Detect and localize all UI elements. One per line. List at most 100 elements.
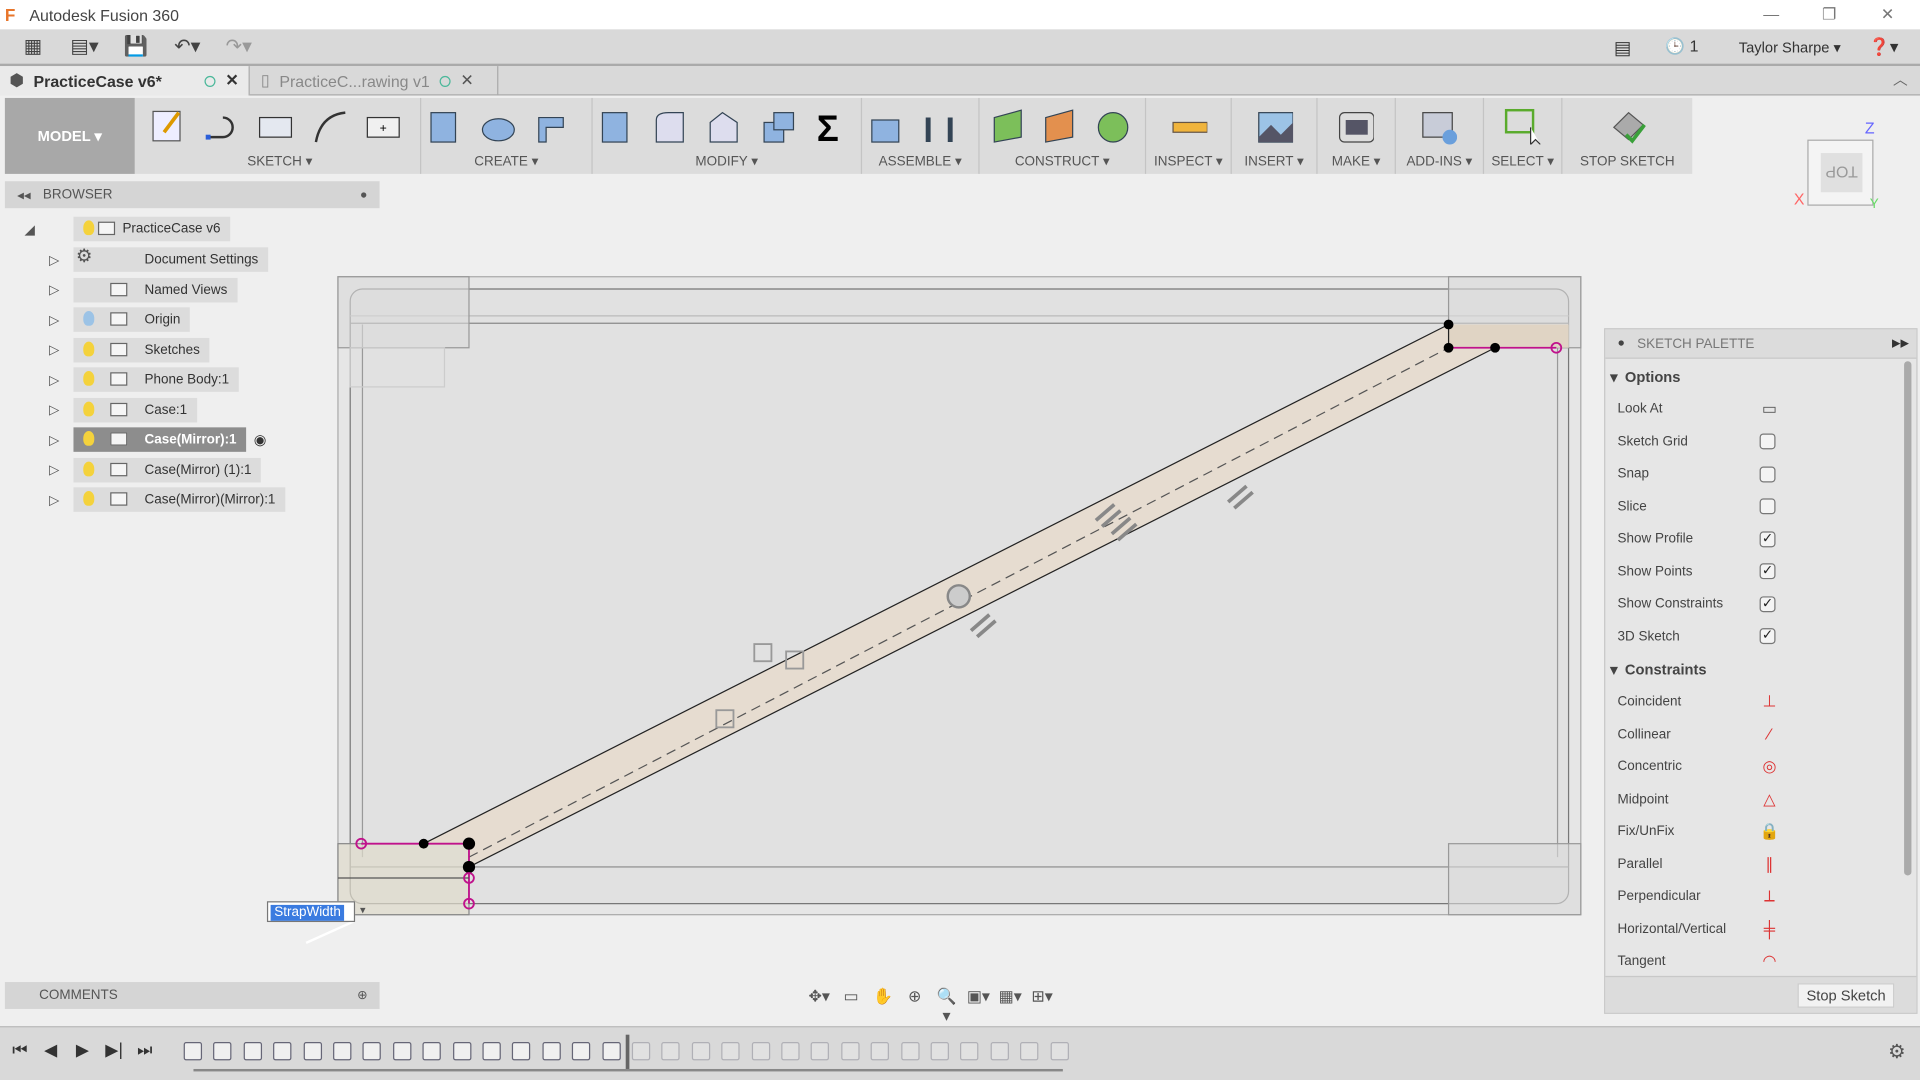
option-row[interactable]: 3D Sketch ✓ bbox=[1618, 620, 1900, 652]
palette-header[interactable]: ● SKETCH PALETTE ▶▶ bbox=[1605, 329, 1917, 359]
midpoint-constraint-icon[interactable]: △ bbox=[1760, 789, 1780, 809]
tree-item[interactable]: ▷ Origin bbox=[49, 307, 191, 332]
notifications-icon[interactable]: ▤ bbox=[1614, 37, 1631, 59]
tree-item[interactable]: ▷ Named Views bbox=[49, 277, 238, 302]
comments-panel[interactable]: COMMENTS ⊕ bbox=[4, 982, 380, 1009]
modify-group[interactable]: Σ MODIFY ▾ bbox=[593, 97, 863, 174]
palette-collapse-icon[interactable]: ● bbox=[1618, 337, 1625, 350]
shell-icon[interactable] bbox=[759, 108, 796, 145]
expand-triangle-icon[interactable]: ▷ bbox=[49, 462, 73, 478]
timeline-feature[interactable] bbox=[721, 1042, 740, 1061]
grid-settings-icon[interactable]: ▦▾ bbox=[997, 987, 1024, 1009]
tree-item-label[interactable]: Case:1 bbox=[73, 397, 197, 422]
fillet-icon[interactable] bbox=[651, 108, 688, 145]
add-comment-icon[interactable]: ⊕ bbox=[357, 989, 367, 1002]
parallel-constraint-icon[interactable]: ∥ bbox=[1760, 854, 1780, 874]
make-group[interactable]: MAKE ▾ bbox=[1318, 97, 1396, 174]
timeline-feature[interactable] bbox=[661, 1042, 681, 1061]
tree-item[interactable]: ▷ Phone Body:1 bbox=[49, 367, 239, 392]
new-component-icon[interactable] bbox=[867, 108, 904, 145]
tree-item[interactable]: ▷ ⚙ Document Settings bbox=[49, 247, 269, 272]
tree-item[interactable]: ▷ Case:1 bbox=[49, 397, 197, 422]
timeline-play-icon[interactable]: ▶ bbox=[76, 1040, 89, 1061]
option-row[interactable]: Show Constraints ✓ bbox=[1618, 588, 1900, 620]
option-checkbox[interactable] bbox=[1759, 465, 1776, 482]
viewcube-face-top[interactable]: TOP bbox=[1820, 153, 1863, 193]
browser-header[interactable]: ◂◂ BROWSER ● bbox=[4, 181, 380, 209]
timeline-next-icon[interactable]: ▶| bbox=[105, 1040, 123, 1061]
timeline-feature[interactable] bbox=[631, 1042, 651, 1061]
addins-group[interactable]: ADD-INS ▾ bbox=[1396, 97, 1485, 174]
pan-icon[interactable]: ✋ bbox=[869, 987, 896, 1009]
constraint-row[interactable]: Collinear ⁄ bbox=[1618, 718, 1900, 750]
expand-triangle-icon[interactable]: ▷ bbox=[49, 372, 73, 388]
option-checkbox[interactable] bbox=[1759, 433, 1776, 450]
timeline-feature[interactable] bbox=[482, 1042, 501, 1061]
tree-root-label[interactable]: PracticeCase v6 bbox=[73, 216, 231, 242]
timeline-feature[interactable] bbox=[422, 1042, 442, 1061]
stop-sketch-group[interactable]: STOP SKETCH bbox=[1562, 98, 1692, 174]
tangent-constraint-icon[interactable]: ◠ bbox=[1760, 951, 1780, 971]
option-checkbox[interactable]: ✓ bbox=[1759, 595, 1776, 612]
option-row[interactable]: Show Points ✓ bbox=[1618, 555, 1900, 587]
timeline-feature[interactable] bbox=[870, 1042, 890, 1061]
save-icon[interactable]: 💾 bbox=[118, 34, 155, 58]
timeline-feature[interactable] bbox=[452, 1042, 471, 1061]
expand-triangle-icon[interactable]: ▷ bbox=[49, 342, 73, 358]
option-row[interactable]: Snap bbox=[1618, 458, 1900, 490]
timeline-marker[interactable] bbox=[625, 1034, 630, 1069]
stop-sketch-icon[interactable] bbox=[1609, 108, 1646, 145]
parameters-sigma-icon[interactable]: Σ bbox=[813, 108, 850, 145]
visibility-bulb-icon[interactable] bbox=[83, 401, 95, 416]
tree-item[interactable]: ▷ Case(Mirror):1 ◉ bbox=[49, 427, 267, 452]
constraint-row[interactable]: Horizontal/Vertical ╪ bbox=[1618, 913, 1900, 945]
assemble-group[interactable]: ASSEMBLE ▾ bbox=[862, 97, 980, 174]
visibility-bulb-icon[interactable] bbox=[83, 311, 95, 326]
redo-icon[interactable]: ↷▾ bbox=[220, 34, 257, 58]
timeline-feature[interactable] bbox=[960, 1042, 979, 1061]
undo-icon[interactable]: ↶▾ bbox=[169, 34, 206, 58]
palette-expand-icon[interactable]: ▶▶ bbox=[1892, 337, 1909, 350]
timeline-feature[interactable] bbox=[213, 1042, 232, 1061]
timeline-feature[interactable] bbox=[542, 1042, 561, 1061]
zoom-window-icon[interactable]: 🔍▾ bbox=[933, 987, 960, 1025]
tree-item-label[interactable]: Named Views bbox=[73, 277, 238, 302]
timeline-start-icon[interactable]: ⏮ bbox=[12, 1040, 27, 1061]
timeline-feature[interactable] bbox=[1020, 1042, 1039, 1061]
option-checkbox[interactable]: ✓ bbox=[1759, 628, 1776, 645]
expand-triangle-icon[interactable]: ▷ bbox=[49, 252, 73, 268]
3d-print-icon[interactable] bbox=[1337, 108, 1374, 145]
tree-root[interactable]: ◢ PracticeCase v6 bbox=[24, 216, 231, 242]
collapse-browser-icon[interactable]: ◂◂ bbox=[17, 187, 31, 203]
expand-triangle-icon[interactable]: ▷ bbox=[49, 312, 73, 328]
tree-item-label[interactable]: Case(Mirror) (1):1 bbox=[73, 457, 262, 482]
horizontal-vertical-constraint-icon[interactable]: ╪ bbox=[1760, 919, 1780, 939]
collinear-constraint-icon[interactable]: ⁄ bbox=[1760, 724, 1780, 744]
help-icon[interactable]: ❓▾ bbox=[1869, 37, 1899, 58]
timeline-feature[interactable] bbox=[840, 1042, 860, 1061]
dimension-value[interactable]: StrapWidth bbox=[270, 904, 345, 921]
timeline-feature[interactable] bbox=[811, 1042, 830, 1061]
timeline-prev-icon[interactable]: ◀ bbox=[44, 1040, 57, 1061]
workspace-switcher[interactable]: MODEL ▾ bbox=[4, 97, 135, 174]
timeline-feature[interactable] bbox=[900, 1042, 920, 1061]
timeline-feature[interactable] bbox=[1050, 1042, 1069, 1061]
display-settings-icon[interactable]: ▣▾ bbox=[965, 987, 992, 1009]
visibility-bulb-icon[interactable] bbox=[83, 431, 95, 446]
extrude-icon[interactable] bbox=[426, 108, 463, 145]
timeline-feature[interactable] bbox=[572, 1042, 591, 1061]
tree-item[interactable]: ▷ Case(Mirror) (1):1 bbox=[49, 457, 262, 482]
viewcube[interactable]: TOP Z X Y bbox=[1794, 119, 1879, 212]
viewports-icon[interactable]: ⊞▾ bbox=[1029, 987, 1056, 1009]
constraint-row[interactable]: Fix/UnFix 🔒 bbox=[1618, 816, 1900, 848]
option-row[interactable]: Sketch Grid bbox=[1618, 426, 1900, 458]
collapse-triangle-icon[interactable]: ◢ bbox=[24, 221, 48, 237]
visibility-bulb-icon[interactable] bbox=[83, 220, 95, 236]
tangent-plane-icon[interactable] bbox=[1095, 108, 1132, 145]
timeline-end-icon[interactable]: ⏭ bbox=[137, 1040, 152, 1061]
timeline-feature[interactable] bbox=[512, 1042, 531, 1061]
timeline-feature[interactable] bbox=[243, 1042, 262, 1061]
file-menu-icon[interactable]: ▤▾ bbox=[66, 34, 103, 58]
option-row[interactable]: Slice bbox=[1618, 490, 1900, 522]
tree-item-label[interactable]: ⚙ Document Settings bbox=[73, 247, 269, 272]
